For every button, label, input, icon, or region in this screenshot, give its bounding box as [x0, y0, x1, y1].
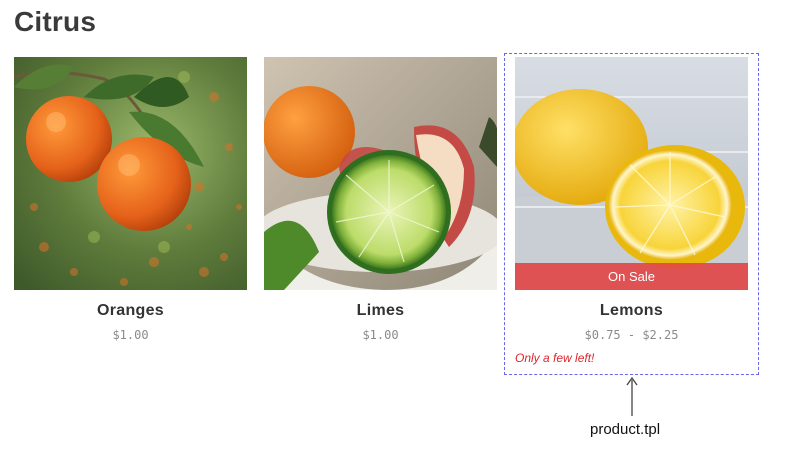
oranges-photo	[14, 57, 247, 290]
product-price: $1.00	[112, 328, 149, 342]
arrow-up-icon	[626, 376, 638, 416]
collection-title: Citrus	[14, 6, 97, 37]
product-card-oranges[interactable]: Oranges $1.00	[14, 57, 247, 342]
template-highlight-box	[504, 53, 759, 375]
product-name[interactable]: Limes	[264, 302, 497, 320]
product-name[interactable]: Oranges	[14, 302, 247, 320]
product-price: $1.00	[362, 328, 399, 342]
product-image-limes[interactable]	[264, 57, 497, 290]
product-image-oranges[interactable]	[14, 57, 247, 290]
product-card-limes[interactable]: Limes $1.00	[264, 57, 497, 342]
annotation-label: product.tpl	[590, 421, 661, 438]
limes-photo	[264, 57, 497, 290]
